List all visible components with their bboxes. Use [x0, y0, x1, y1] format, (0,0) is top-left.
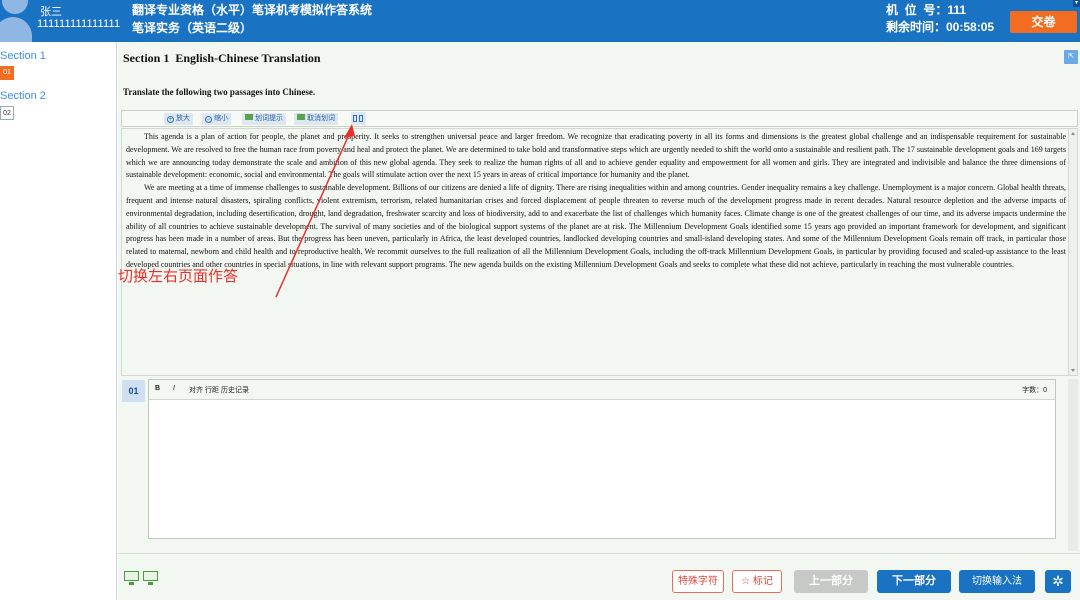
- annotation-label: 切换左右页面作答: [118, 268, 239, 285]
- section-title: Section 1 English-Chinese Translation: [123, 51, 321, 65]
- split-view-icon[interactable]: [351, 112, 366, 125]
- monitor-icon[interactable]: [124, 571, 139, 585]
- user-name: 张三: [40, 6, 62, 18]
- answer-question-number: 01: [122, 380, 145, 402]
- italic-button[interactable]: I: [173, 385, 175, 392]
- monitor-icon[interactable]: [143, 571, 158, 585]
- footer-bar: 特殊字符 ☆ 标记 上一部分 下一部分 切换输入法 ✲: [118, 553, 1080, 600]
- system-title: 翻译专业资格（水平）笔译机考模拟作答系统: [132, 3, 373, 17]
- main-panel: Section 1 English-Chinese Translation ⇱ …: [118, 42, 1080, 600]
- cancel-highlight-button[interactable]: 取消划词: [294, 113, 338, 125]
- passage-text: This agenda is a plan of action for peop…: [126, 131, 1066, 272]
- history-button[interactable]: 历史记录: [221, 385, 249, 395]
- user-id: 111111111111111: [37, 18, 121, 30]
- align-button[interactable]: 对齐: [189, 385, 203, 395]
- submit-exam-button[interactable]: 交卷: [1010, 11, 1077, 33]
- passage-scrollbar[interactable]: [1068, 129, 1077, 375]
- zoom-in-button[interactable]: + 放大: [164, 113, 193, 125]
- answer-editor: B I 对齐 行距 历史记录 字数：0: [148, 379, 1056, 539]
- remaining-time: 剩余时间：00:58:05: [886, 20, 995, 34]
- highlight-button[interactable]: 划词提示: [242, 113, 286, 125]
- star-icon: ☆: [741, 576, 753, 587]
- zoom-in-label: 放大: [176, 115, 190, 122]
- sidebar-section-2[interactable]: Section 2: [0, 90, 46, 102]
- editor-toolbar: B I 对齐 行距 历史记录 字数：0: [149, 380, 1055, 400]
- avatar: [0, 0, 32, 42]
- sidebar-section-1[interactable]: Section 1: [0, 50, 46, 62]
- passage-toolbar: + 放大 − 缩小 划词提示 取消划词: [121, 110, 1078, 127]
- instruction-text: Translate the following two passages int…: [123, 87, 316, 97]
- zoom-out-button[interactable]: − 缩小: [202, 113, 231, 125]
- word-count: 字数：0: [1022, 387, 1047, 394]
- mark-button[interactable]: ☆ 标记: [732, 570, 782, 593]
- seat-number: 机 位 号：111: [886, 3, 967, 17]
- gear-icon[interactable]: ✲: [1045, 570, 1071, 593]
- highlight-icon: [245, 114, 253, 120]
- special-chars-button[interactable]: 特殊字符: [672, 570, 724, 593]
- passage-paragraph-1: This agenda is a plan of action for peop…: [126, 132, 1066, 180]
- question-01-button[interactable]: 01: [0, 66, 14, 80]
- passage-paragraph-2: We are meeting at a time of immense chal…: [126, 183, 1066, 269]
- line-height-button[interactable]: 行距: [205, 385, 219, 395]
- zoom-in-icon: +: [167, 116, 174, 123]
- bold-button[interactable]: B: [155, 385, 160, 392]
- cancel-highlight-icon: [297, 114, 305, 120]
- collapse-icon[interactable]: ⇱: [1064, 50, 1078, 64]
- answer-textarea[interactable]: [149, 400, 1055, 538]
- next-section-button[interactable]: 下一部分: [877, 570, 951, 593]
- highlight-label: 划词提示: [255, 115, 283, 122]
- minimize-icon[interactable]: ▾: [1073, 0, 1080, 7]
- question-02-button[interactable]: 02: [0, 106, 14, 120]
- top-header: 张三 111111111111111 翻译专业资格（水平）笔译机考模拟作答系统 …: [0, 0, 1080, 42]
- switch-input-method-button[interactable]: 切换输入法: [959, 570, 1035, 593]
- section-sidebar: Section 1 01 Section 2 02: [0, 42, 117, 600]
- cancel-highlight-label: 取消划词: [307, 115, 335, 122]
- zoom-out-icon: −: [205, 116, 212, 123]
- exam-subtitle: 笔译实务（英语二级）: [132, 21, 253, 35]
- prev-section-button[interactable]: 上一部分: [794, 570, 868, 593]
- passage-panel: This agenda is a plan of action for peop…: [121, 128, 1078, 376]
- zoom-out-label: 缩小: [214, 115, 228, 122]
- editor-scrollbar[interactable]: [1068, 379, 1078, 551]
- mark-label: 标记: [752, 576, 773, 587]
